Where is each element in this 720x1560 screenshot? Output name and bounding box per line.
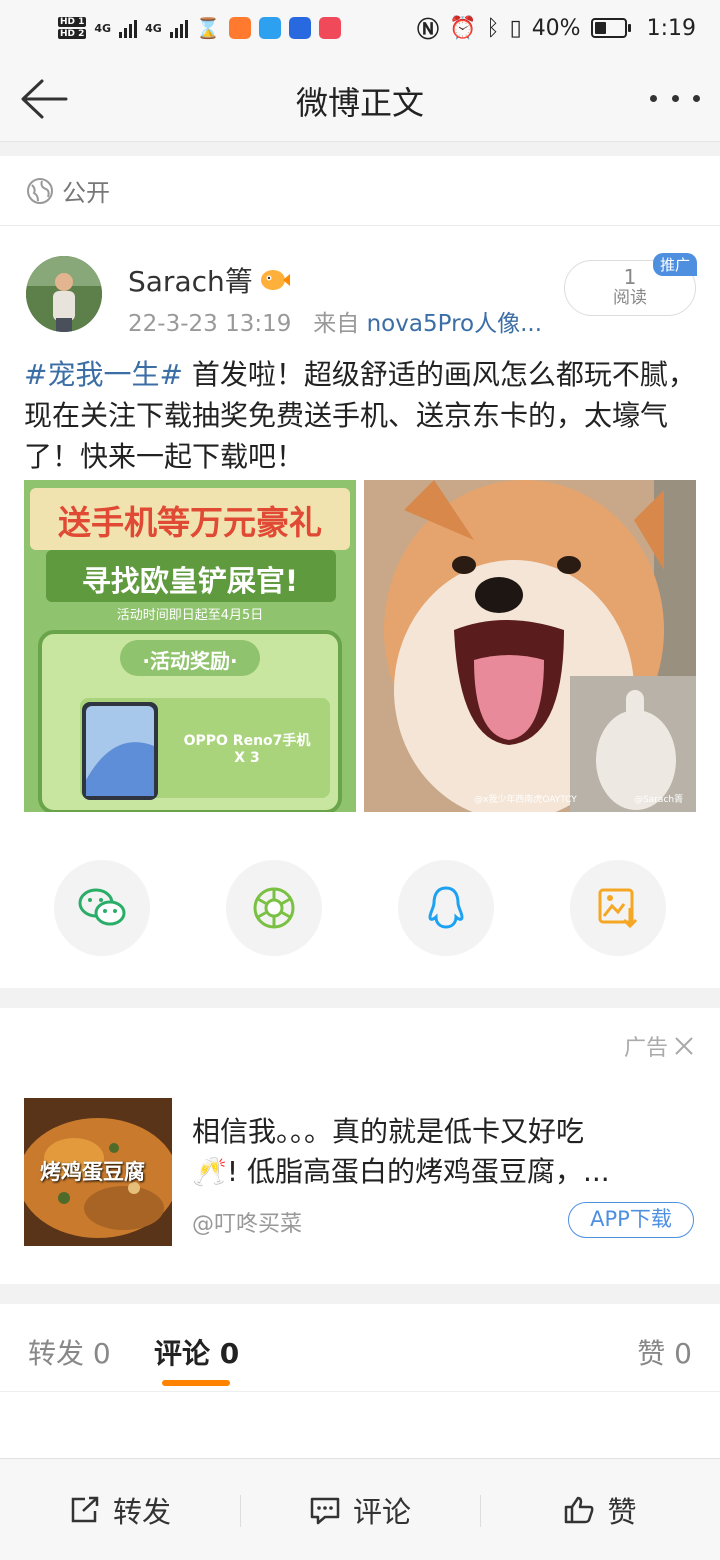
dog-watermark-2: @Sarach箐 [634,795,684,805]
tab-like[interactable]: 赞 0 [637,1332,692,1372]
hd1-label: HD 1 [58,17,87,27]
ad-label-text: 广告 [623,1036,668,1061]
repost-button[interactable]: 转发 [0,1459,240,1560]
avatar[interactable] [26,256,102,332]
app-download-button[interactable]: APP下载 [568,1202,694,1238]
comment-button[interactable]: 评论 [240,1459,480,1560]
author-name[interactable]: Sarach箐 [128,260,291,300]
comments-area [0,1392,720,1458]
wechat-icon [78,888,126,926]
interaction-tabs: 转发 0 评论 0 赞 0 [0,1304,720,1392]
promo-line5: OPPO Reno7手机 [183,733,311,749]
post-source[interactable]: nova5Pro人像... [367,311,542,337]
alarm-icon: ⏰ [448,15,477,41]
share-save-image-button[interactable] [570,860,666,956]
share-icon [71,1496,99,1522]
read-count-badge: 推广 1 阅读 [564,253,697,316]
read-label: 阅读 [613,288,647,308]
comment-icon [310,1497,340,1524]
author-name-text: Sarach箐 [128,265,253,298]
shiba-dog-image [364,480,696,812]
hashtag-link[interactable]: #宠我一生# [24,358,183,391]
bluetooth-icon: ᛒ [486,15,500,41]
thumbs-up-icon [565,1496,594,1523]
share-moments-button[interactable] [226,860,322,956]
qq-icon [428,886,464,929]
promo-badge[interactable]: 推广 [652,253,697,276]
promo-line3: 活动时间即日起至4月5日 [116,608,264,623]
tab-comment-count: 0 [219,1337,240,1370]
status-left: HD 1 HD 2 4G 4G ⌛ [58,16,341,40]
tab-comment-label: 评论 [154,1337,211,1370]
network-type-2: 4G [145,21,162,35]
ad-source[interactable]: @叮咚买菜 [192,1206,302,1238]
globe-icon [27,177,53,204]
moments-icon [253,887,295,929]
promo-line1: 送手机等万元豪礼 [58,503,322,542]
status-right: Ⓝ ⏰ ᛒ ▯ 40% 1:19 [417,12,696,44]
video-app-icon [228,17,251,39]
dog-watermark-1: @x我少年西南虎OAYTCY [474,795,577,805]
close-icon [675,1037,693,1055]
status-bar: HD 1 HD 2 4G 4G ⌛ Ⓝ ⏰ ᛒ ▯ 40% 1:19 [0,0,720,56]
ad-line2: 🥂! 低脂高蛋白的烤鸡蛋豆腐，... [192,1155,610,1188]
tab-repost[interactable]: 转发 0 [28,1332,111,1372]
post-image-dog[interactable]: @x我少年西南虎OAYTCY @Sarach箐 [364,480,696,812]
ad-label[interactable]: 广告 [624,1030,694,1062]
tab-like-count: 0 [674,1337,692,1370]
post-card: Sarach箐 22-3-23 13:19 来自 nova5Pro人像... 推… [0,226,720,988]
post-meta: 22-3-23 13:19 来自 nova5Pro人像... [128,304,542,338]
browser-app-icon [258,17,281,39]
tab-repost-count: 0 [92,1337,111,1370]
save-image-icon [598,888,638,929]
visibility-row: 公开 [0,156,720,226]
fish-badge-icon [260,270,290,290]
visibility-label: 公开 [62,179,110,207]
tab-like-label: 赞 [637,1337,666,1370]
tab-comment[interactable]: 评论 0 [154,1332,239,1372]
network-type-1: 4G [94,21,112,35]
clock: 1:19 [646,15,696,41]
share-qq-button[interactable] [398,860,494,956]
repost-label: 转发 [112,1494,171,1529]
hourglass-icon: ⌛ [195,16,221,40]
hd2-label: HD 2 [58,29,87,39]
battery-percent: 40% [531,15,581,41]
like-button[interactable]: 赞 [480,1459,720,1560]
share-wechat-button[interactable] [54,860,150,956]
promo-line6: X 3 [234,750,260,766]
ad-image-text: 烤鸡蛋豆腐 [40,1160,145,1184]
ad-card[interactable]: 广告 烤鸡蛋豆腐 相信我。。。真的就是低卡又好吃 🥂! 低脂高蛋白的烤鸡蛋豆腐，… [0,1008,720,1284]
bulb-app-icon [288,17,311,39]
weibo-detail-page: HD 1 HD 2 4G 4G ⌛ Ⓝ ⏰ ᛒ ▯ 40% 1:19 微博正文 … [0,0,720,1560]
promo-line4: ·活动奖励· [142,649,238,673]
nfc-icon: Ⓝ [416,18,439,43]
tab-repost-label: 转发 [28,1337,85,1370]
hd-indicator: HD 1 HD 2 [58,16,87,40]
battery-icon [590,18,631,38]
vibrate-icon: ▯ [509,15,522,41]
bottom-action-bar: 转发 评论 赞 [0,1458,720,1560]
like-label: 赞 [607,1494,637,1529]
red-app-icon [318,17,341,39]
page-title: 微博正文 [295,84,424,122]
comment-label: 评论 [352,1494,411,1529]
post-text: #宠我一生# 首发啦！超级舒适的画风怎么都玩不腻，现在关注下载抽奖免费送手机、送… [24,354,700,477]
nav-bar: 微博正文 [0,56,720,142]
post-image-promo[interactable]: 送手机等万元豪礼 寻找欧皇铲屎官! 活动时间即日起至4月5日 ·活动奖励· OP… [24,480,356,812]
avatar-image [26,256,102,332]
promo-line2: 寻找欧皇铲屎官! [81,564,299,598]
signal-icon-2 [169,18,188,38]
more-button[interactable] [650,86,700,110]
signal-icon [119,18,138,38]
source-prefix: 来自 [313,311,360,337]
share-row [0,860,720,956]
tab-active-indicator [162,1380,230,1386]
ad-text[interactable]: 相信我。。。真的就是低卡又好吃 🥂! 低脂高蛋白的烤鸡蛋豆腐，... [192,1112,680,1192]
ad-line1: 相信我。。。真的就是低卡又好吃 [192,1115,585,1148]
post-time: 22-3-23 13:19 [128,311,292,337]
ad-image[interactable]: 烤鸡蛋豆腐 [24,1098,172,1246]
